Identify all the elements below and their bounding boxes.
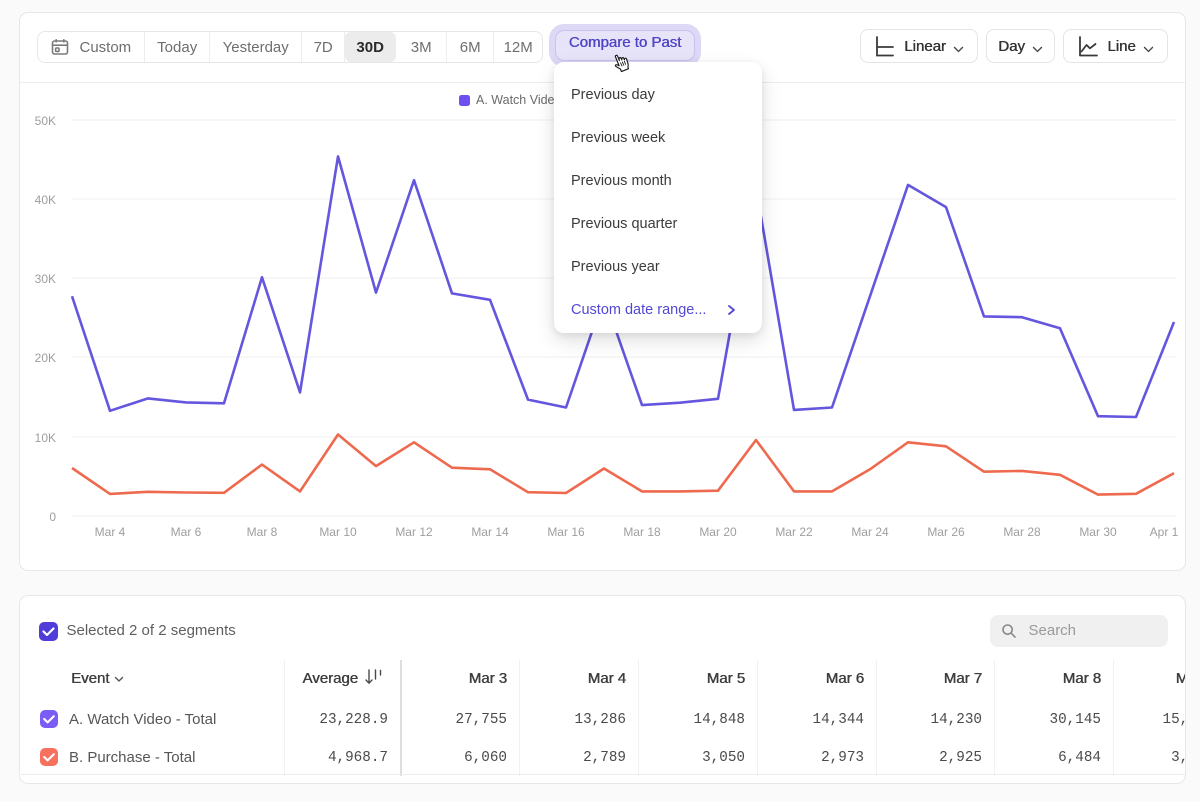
svg-text:Mar 16: Mar 16	[547, 525, 585, 539]
svg-text:0: 0	[49, 510, 56, 524]
svg-text:50K: 50K	[35, 114, 56, 128]
svg-text:Mar 18: Mar 18	[623, 525, 661, 539]
svg-text:40K: 40K	[35, 193, 56, 207]
svg-text:20K: 20K	[35, 351, 56, 365]
svg-text:10K: 10K	[35, 431, 56, 445]
svg-text:Mar 26: Mar 26	[927, 525, 965, 539]
svg-text:Apr 1: Apr 1	[1150, 525, 1179, 539]
svg-text:Mar 22: Mar 22	[775, 525, 813, 539]
svg-text:Mar 20: Mar 20	[699, 525, 737, 539]
svg-text:30K: 30K	[35, 272, 56, 286]
svg-text:Mar 12: Mar 12	[395, 525, 433, 539]
svg-text:Mar 14: Mar 14	[471, 525, 509, 539]
svg-text:Mar 6: Mar 6	[171, 525, 202, 539]
svg-text:Mar 8: Mar 8	[247, 525, 278, 539]
svg-text:Mar 10: Mar 10	[319, 525, 357, 539]
svg-text:Mar 30: Mar 30	[1079, 525, 1117, 539]
svg-text:Mar 24: Mar 24	[851, 525, 889, 539]
svg-text:Mar 4: Mar 4	[95, 525, 126, 539]
svg-text:Mar 28: Mar 28	[1003, 525, 1041, 539]
